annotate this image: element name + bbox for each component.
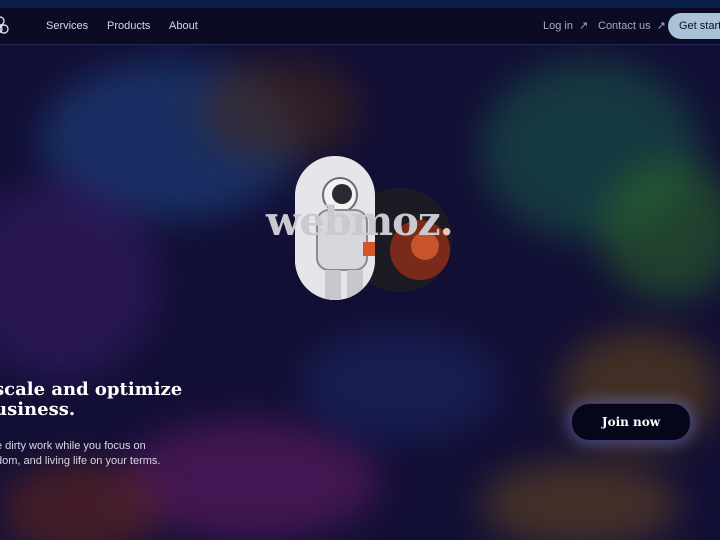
subtitle-line-2: dom, and living life on your terms. bbox=[0, 455, 161, 467]
arrow-up-right-icon: ↗ bbox=[656, 20, 666, 32]
top-strip bbox=[0, 0, 720, 8]
subtitle-line-1: e dirty work while you focus on bbox=[0, 440, 146, 452]
login-link[interactable]: Log in ↗ bbox=[543, 8, 588, 44]
login-label: Log in bbox=[543, 20, 573, 32]
arrow-up-right-icon: ↗ bbox=[578, 20, 589, 32]
nav-link-about[interactable]: About bbox=[169, 8, 198, 44]
headline-line-1: scale and optimize bbox=[0, 379, 183, 400]
pretzel-logo-icon[interactable] bbox=[0, 15, 12, 37]
hero-headline: scale and optimize usiness. bbox=[0, 380, 294, 420]
get-started-button[interactable]: Get started bbox=[668, 13, 720, 39]
join-now-button[interactable]: Join now bbox=[571, 403, 691, 441]
contact-label: Contact us bbox=[598, 20, 651, 32]
nav-link-products[interactable]: Products bbox=[107, 8, 150, 44]
contact-link[interactable]: Contact us ↗ bbox=[598, 8, 666, 44]
hero-subtitle: e dirty work while you focus on dom, and… bbox=[0, 439, 316, 469]
nav-link-services[interactable]: Services bbox=[46, 8, 88, 44]
hero-logo-graphic bbox=[295, 156, 452, 300]
headline-line-2: usiness. bbox=[0, 399, 76, 420]
top-navigation: Services Products About Log in ↗ Contact … bbox=[0, 8, 720, 45]
